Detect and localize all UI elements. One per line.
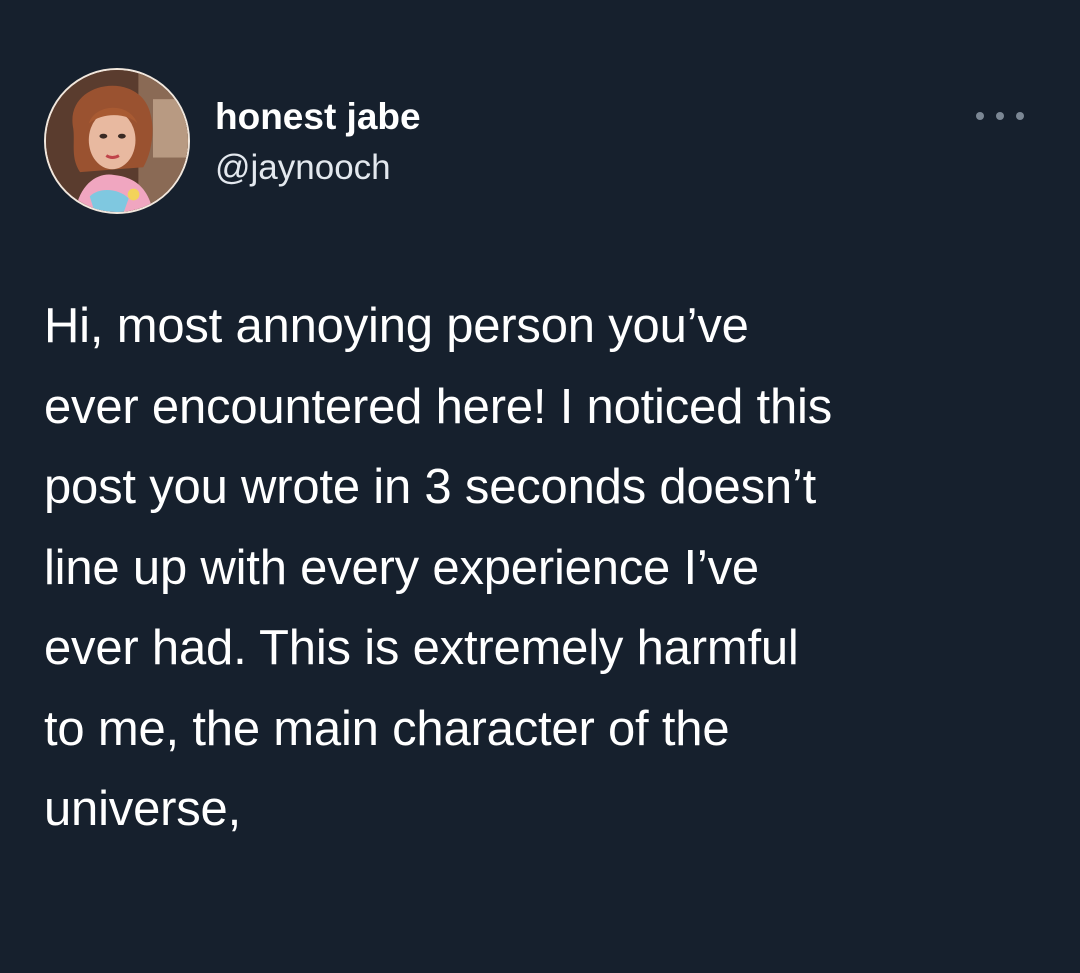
author-handle[interactable]: @jaynooch — [215, 148, 391, 188]
tweet-card: honest jabe @jaynooch Hi, most annoying … — [0, 0, 1080, 973]
tweet-text-line: line up with every experience I’ve — [44, 540, 759, 595]
tweet-text-line: ever encountered here! I noticed this — [44, 379, 832, 434]
tweet-text-line: post you wrote in 3 seconds doesn’t — [44, 460, 817, 514]
more-horizontal-icon — [996, 112, 1004, 120]
more-options-button[interactable] — [976, 104, 1024, 128]
avatar[interactable] — [44, 68, 190, 214]
tweet-text: Hi, most annoying person you’ve ever enc… — [44, 286, 1044, 850]
tweet-text-line: to me, the main character of the — [44, 701, 730, 756]
more-horizontal-icon — [1016, 112, 1024, 120]
tweet-text-line: ever had. This is extremely harmful — [44, 621, 799, 675]
more-horizontal-icon — [976, 112, 984, 120]
tweet-text-line: Hi, most annoying person you’ve — [44, 299, 749, 353]
profile-photo-icon — [46, 70, 188, 212]
author-display-name[interactable]: honest jabe — [215, 96, 421, 138]
tweet-text-line: universe, — [44, 782, 242, 836]
